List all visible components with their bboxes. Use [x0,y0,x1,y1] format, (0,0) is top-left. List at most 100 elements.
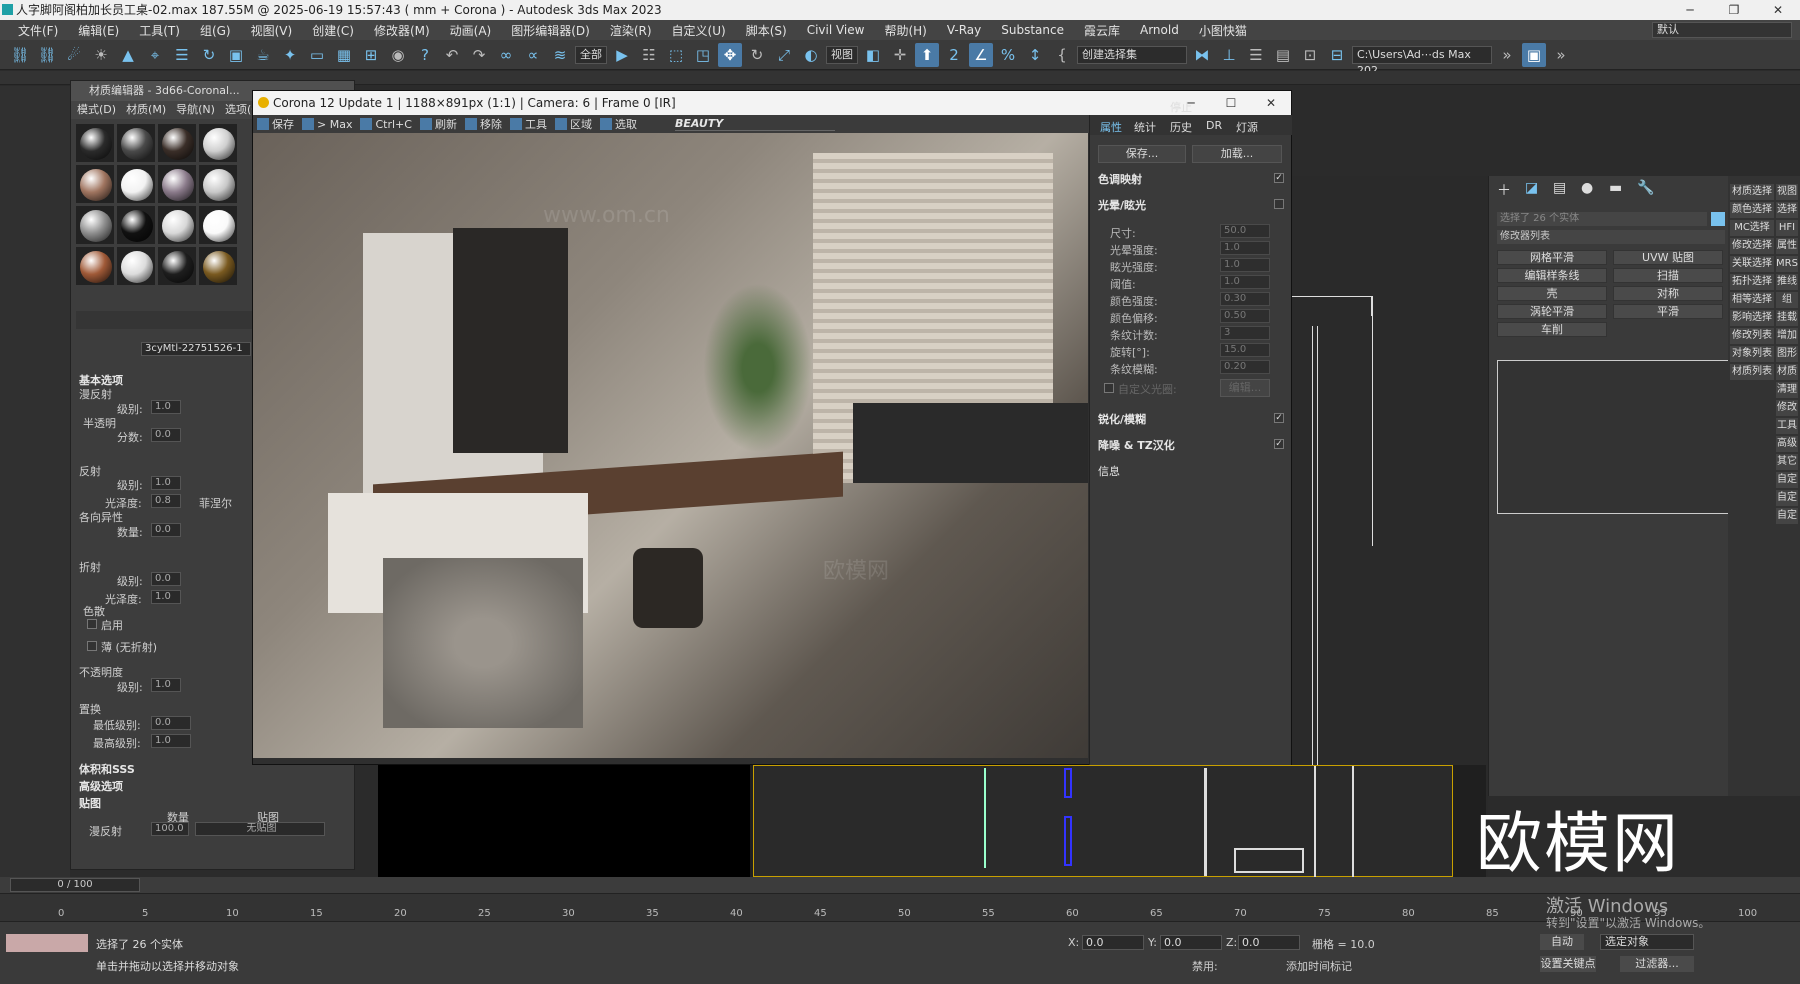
link-icon[interactable]: ⛓ [8,43,32,67]
menu-item[interactable]: 帮助(H) [874,22,936,39]
quick-tool-button[interactable]: 选择 [1776,202,1798,218]
expand-icon[interactable]: » [1495,43,1519,67]
maximize-button[interactable]: ❐ [1712,0,1756,20]
bloom-param-value[interactable]: 0.30 [1220,292,1270,306]
layer-icon[interactable]: ☰ [1244,43,1268,67]
render-tool-button[interactable]: > Max [302,118,352,131]
auto-key-button[interactable]: 自动 [1540,934,1584,950]
tab-dr[interactable]: DR [1206,119,1222,132]
quick-tool-button[interactable]: 视图 [1776,184,1798,200]
menu-item[interactable]: 渲染(R) [600,22,662,39]
named-selection-dropdown[interactable]: 创建选择集 [1077,45,1187,64]
tab-lightmix[interactable]: 灯源 [1236,119,1258,135]
select-manipulate-icon[interactable]: ✛ [888,43,912,67]
modifier-button[interactable]: 网格平滑 [1497,250,1607,265]
quick-select-button[interactable]: 材质列表 [1730,364,1774,380]
frame-icon[interactable]: ▭ [305,43,329,67]
menu-item[interactable]: 创建(C) [302,22,364,39]
viewport-icon[interactable]: ▦ [332,43,356,67]
display-icon[interactable]: ▬ [1609,180,1622,196]
help-icon[interactable]: ? [413,43,437,67]
menu-item[interactable]: 自定义(U) [662,22,736,39]
quick-tool-button[interactable]: 挂载 [1776,310,1798,326]
material-slot[interactable] [117,247,155,285]
spinner-snap-icon[interactable]: ↕ [1023,43,1047,67]
menu-item[interactable]: Civil View [797,23,875,37]
quick-select-button[interactable]: 修改列表 [1730,328,1774,344]
param-value[interactable]: 1.0 [151,590,181,604]
quick-tool-button[interactable]: 自定 [1776,472,1798,488]
modifier-stack[interactable] [1497,360,1729,514]
sun-icon[interactable]: ☀ [89,43,113,67]
modifier-button[interactable]: 编辑样条线 [1497,268,1607,283]
section-denoise[interactable]: 降噪 & TZ汉化 [1098,437,1175,453]
edit-aperture-button[interactable]: 编辑... [1220,379,1270,397]
render-maximize-button[interactable]: ☐ [1211,91,1251,115]
bloom-param-value[interactable]: 0.50 [1220,309,1270,323]
quick-tool-button[interactable]: 修改 [1776,400,1798,416]
scale-icon[interactable]: ⤢ [772,43,796,67]
motion-icon[interactable]: ● [1581,180,1593,196]
maps-row-map-button[interactable]: 无贴图 [195,822,325,836]
material-slot[interactable] [199,124,237,162]
create-icon[interactable]: ＋ [1497,180,1511,200]
quick-select-button[interactable]: 关联选择 [1730,256,1774,272]
material-slot[interactable] [158,206,196,244]
section-tone-mapping[interactable]: 色调映射 [1098,171,1142,187]
move-icon[interactable]: ✥ [718,42,742,67]
ribbon-icon[interactable]: ▤ [1271,43,1295,67]
modifier-button[interactable]: 涡轮平滑 [1497,304,1607,319]
y-coord-field[interactable]: 0.0 [1160,935,1222,950]
menu-item[interactable]: 小图快猫 [1189,22,1257,39]
enable-checkbox[interactable] [87,619,97,629]
section-sharpen-blur[interactable]: 锐化/模糊 [1098,411,1146,427]
redo-icon[interactable]: ↷ [467,43,491,67]
mated-menu-item[interactable]: 导航(N) [176,101,215,119]
load-settings-button[interactable]: 加载... [1192,145,1282,163]
place-icon[interactable]: ◐ [799,43,823,67]
add-time-tag[interactable]: 添加时间标记 [1286,958,1352,974]
modifier-button[interactable]: UVW 贴图 [1613,250,1723,265]
quick-tool-button[interactable]: 其它 [1776,454,1798,470]
quick-tool-button[interactable]: 自定 [1776,490,1798,506]
workspace-dropdown[interactable]: 默认 [1652,22,1792,38]
render-tool-button[interactable]: 区域 [554,116,592,132]
menu-item[interactable]: 工具(T) [129,22,190,39]
filters-button[interactable]: 过滤器... [1620,956,1694,972]
track-bar[interactable]: 0 5 10 15 20 25 30 35 40 45 50 55 60 65 70 75 80 85 90 95 10… [0,893,1800,921]
quick-tool-button[interactable]: 增加 [1776,328,1798,344]
material-slot[interactable] [76,165,114,203]
render-image[interactable]: www.om.cn 欧模网 [253,133,1088,758]
quick-tool-button[interactable]: HFI [1776,220,1798,236]
material-slot[interactable] [117,206,155,244]
material-slot[interactable] [76,206,114,244]
bloom-param-value[interactable]: 15.0 [1220,343,1270,357]
quick-select-button[interactable]: MC选择 [1730,220,1774,236]
param-value[interactable]: 1.0 [151,734,191,748]
section-bloom-glare[interactable]: 光晕/眩光 [1098,197,1146,213]
select-by-name-icon[interactable]: ☷ [637,43,661,67]
eye-icon[interactable]: ◉ [386,43,410,67]
menu-item[interactable]: 图形编辑器(D) [501,22,600,39]
reference-coord-dropdown[interactable]: 视图 [826,45,858,64]
section-maps[interactable]: 贴图 [79,795,101,811]
project-path-dropdown[interactable]: C:\Users\Ad⋯ds Max 202 [1352,45,1492,77]
teapot-icon[interactable]: ☕ [251,43,275,67]
link-objects-icon[interactable]: ∞ [494,43,518,67]
viewport-front[interactable] [753,765,1453,878]
quick-tool-button[interactable]: 清理 [1776,382,1798,398]
z-coord-field[interactable]: 0.0 [1238,935,1300,950]
quick-tool-button[interactable]: 材质 [1776,364,1798,380]
tone-mapping-checkbox[interactable]: ✓ [1274,173,1284,183]
menu-item[interactable]: V-Ray [937,23,991,37]
render-tool-button[interactable]: 移除 [464,116,502,132]
undo-icon[interactable]: ↶ [440,43,464,67]
material-name-field[interactable]: 3cyMtl-22751526-1 [141,342,251,356]
custom-aperture-checkbox[interactable] [1104,383,1114,393]
x-coord-field[interactable]: 0.0 [1082,935,1144,950]
modifier-button[interactable]: 车削 [1497,322,1607,337]
menu-item[interactable]: 组(G) [190,22,241,39]
mirror-icon[interactable]: ⧓ [1190,43,1214,67]
maps-row-value[interactable]: 100.0 [151,822,189,836]
save-settings-button[interactable]: 保存... [1098,145,1186,163]
